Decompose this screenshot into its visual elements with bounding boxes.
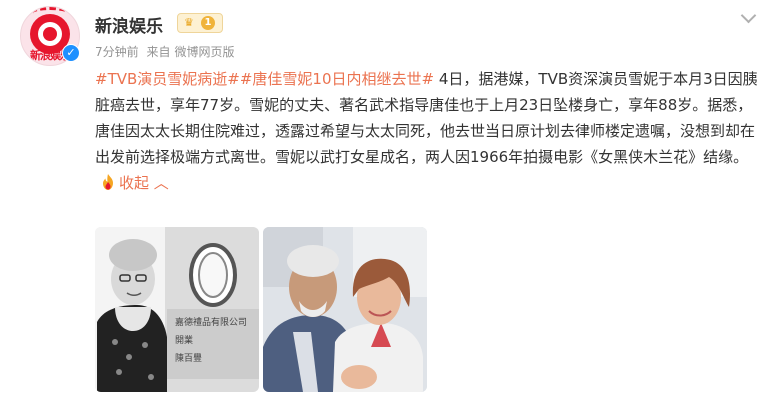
collapse-button[interactable]: 收起 ︿ — [119, 174, 169, 192]
level-number: 1 — [201, 16, 215, 30]
photo-couple[interactable] — [263, 227, 427, 392]
level-badge[interactable]: ♛ 1 — [177, 13, 223, 33]
photo-xueni-portrait[interactable]: 嘉德禮品有限公司 開業 陳百豐 — [95, 227, 259, 392]
chevron-up-icon: ︿ — [149, 174, 169, 192]
photo-couple-image — [263, 227, 427, 392]
hashtag-link[interactable]: #TVB演员雪妮病逝# — [95, 70, 240, 88]
source-prefix: 来自 — [146, 45, 171, 59]
sign-text: 陳百豐 — [175, 353, 202, 364]
chevron-down-icon[interactable] — [740, 7, 757, 24]
collapse-label: 收起 — [119, 174, 150, 192]
post-source: 微博网页版 — [174, 45, 235, 59]
logo-eye-pupil — [43, 27, 57, 41]
sign-text: 開業 — [175, 334, 193, 346]
hashtag-link[interactable]: #唐佳雪妮10日内相继去世# — [240, 70, 434, 88]
post-text: #TVB演员雪妮病逝##唐佳雪妮10日内相继去世# 4日，据港媒，TVB资深演员… — [95, 66, 767, 196]
verified-icon: ✓ — [62, 44, 80, 62]
post-time[interactable]: 7分钟前 — [95, 45, 139, 59]
photo-xueni-portrait-image: 嘉德禮品有限公司 開業 陳百豐 — [95, 227, 259, 392]
crown-icon: ♛ — [184, 16, 194, 29]
sign-text: 嘉德禮品有限公司 — [175, 316, 247, 328]
post-meta: 7分钟前 来自 微博网页版 — [95, 43, 239, 60]
fire-icon — [103, 174, 113, 190]
username[interactable]: 新浪娱乐 — [95, 12, 163, 37]
